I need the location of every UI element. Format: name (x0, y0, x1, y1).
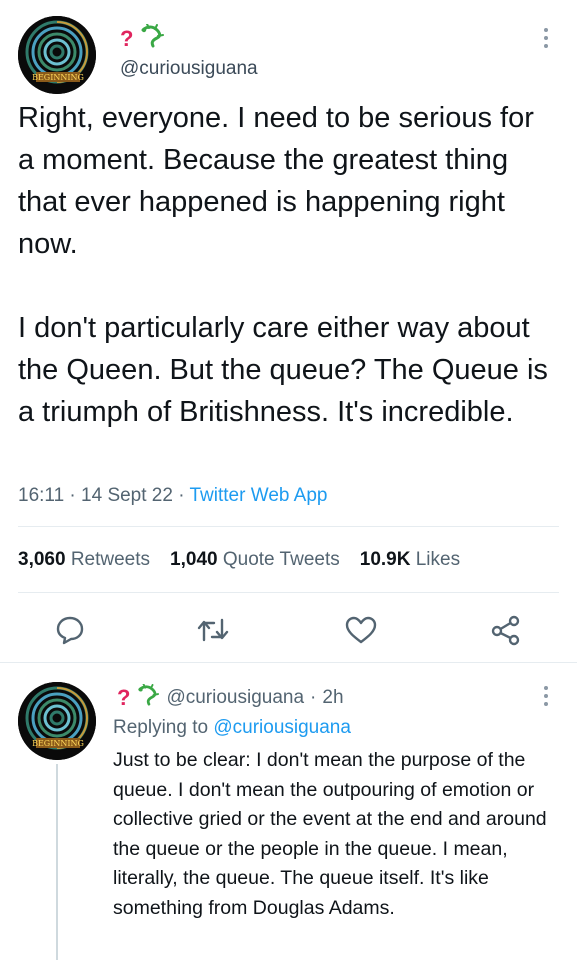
like-icon[interactable] (344, 614, 378, 646)
retweets-label: Retweets (70, 549, 151, 570)
retweet-icon[interactable] (196, 614, 230, 646)
reply-more-options-icon[interactable] (543, 686, 549, 706)
reply-meta-row: ? @curiousiguana · 2h (117, 683, 344, 712)
spiral-avatar-image: BEGINNING (18, 682, 96, 760)
more-options-icon[interactable] (543, 28, 549, 48)
meta-separator: · (178, 485, 190, 506)
engagement-stats: 3,060 Retweets 1,040 Quote Tweets 10.9K … (18, 549, 460, 571)
avatar-banner-text: BEGINNING (32, 73, 84, 82)
likes-label: Likes (415, 549, 461, 570)
main-tweet-avatar[interactable]: BEGINNING (18, 16, 96, 94)
quotes-label: Quote Tweets (222, 549, 340, 570)
meta-separator: · (69, 485, 82, 506)
retweets-count: 3,060 (18, 549, 66, 570)
lizard-icon (139, 23, 165, 53)
display-name-glyph[interactable]: ? (120, 27, 133, 50)
likes-count: 10.9K (359, 549, 411, 570)
avatar-banner-text: BEGINNING (32, 739, 84, 748)
retweets-stat[interactable]: 3,060 Retweets (18, 549, 150, 571)
reply-handle[interactable]: @curiousiguana (166, 687, 304, 709)
quotes-stat[interactable]: 1,040 Quote Tweets (170, 549, 340, 571)
quotes-count: 1,040 (170, 549, 218, 570)
divider-top (18, 526, 559, 527)
share-icon[interactable] (490, 614, 522, 646)
main-tweet-name-row: ? (120, 23, 165, 53)
divider-middle (18, 592, 559, 593)
replying-to-line: Replying to @curiousiguana (113, 717, 351, 739)
thread-line (56, 764, 58, 960)
divider-bottom (0, 662, 577, 663)
main-tweet-text: Right, everyone. I need to be serious fo… (18, 102, 548, 428)
likes-stat[interactable]: 10.9K Likes (360, 549, 460, 571)
main-tweet-meta: 16:11 · 14 Sept 22 · Twitter Web App (18, 485, 328, 507)
reply-tweet-text: Just to be clear: I don't mean the purpo… (113, 749, 547, 919)
main-tweet-handle[interactable]: @curiousiguana (120, 58, 258, 80)
replying-prefix: Replying to (113, 717, 209, 738)
tweet-date[interactable]: 14 Sept 22 (81, 485, 173, 506)
lizard-icon (136, 683, 160, 712)
reply-time-ago[interactable]: 2h (322, 687, 343, 709)
tweet-time[interactable]: 16:11 (18, 485, 64, 506)
display-name-glyph[interactable]: ? (117, 687, 130, 709)
reply-icon[interactable] (54, 614, 86, 646)
meta-separator: · (310, 687, 317, 708)
reply-avatar[interactable]: BEGINNING (18, 682, 96, 760)
tweet-source[interactable]: Twitter Web App (190, 485, 328, 506)
replying-to-handle[interactable]: @curiousiguana (213, 717, 351, 738)
spiral-avatar-image: BEGINNING (18, 16, 96, 94)
